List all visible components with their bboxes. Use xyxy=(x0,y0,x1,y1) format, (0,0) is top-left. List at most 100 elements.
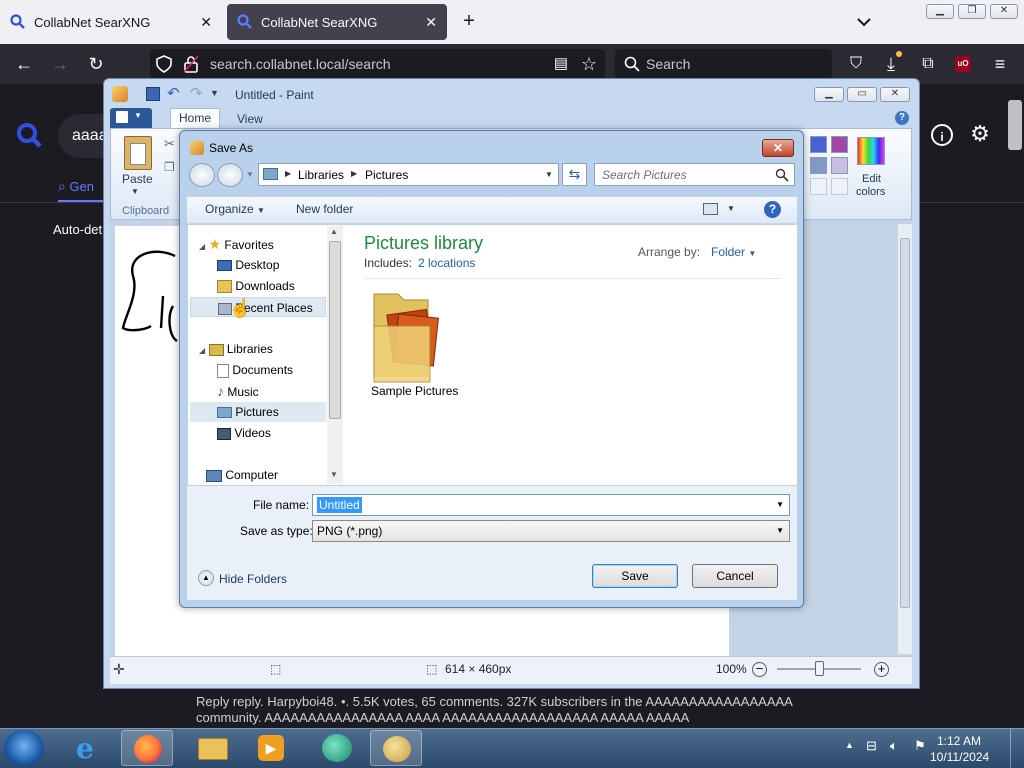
tab-home[interactable]: Home xyxy=(170,108,220,129)
volume-icon[interactable]: 🔈︎ xyxy=(890,738,898,754)
page-scrollbar-thumb[interactable] xyxy=(1008,100,1022,150)
nav-music[interactable]: ♪ Music xyxy=(217,381,259,401)
nav-downloads[interactable]: Downloads xyxy=(217,276,295,296)
hide-folders-button[interactable]: Hide Folders xyxy=(219,572,287,586)
color-swatch[interactable] xyxy=(831,178,848,195)
nav-scrollbar[interactable]: ▲ ▼ xyxy=(327,226,343,484)
save-button[interactable]: Save xyxy=(592,564,678,588)
folder-label[interactable]: Sample Pictures xyxy=(371,384,458,398)
start-button-icon[interactable] xyxy=(4,730,44,766)
action-center-flag-icon[interactable]: ⚑ xyxy=(914,738,926,754)
clock[interactable]: 1:12 AM 10/11/2024 xyxy=(930,733,989,765)
breadcrumb-separator[interactable]: ▶ xyxy=(285,169,291,178)
nav-videos[interactable]: Videos xyxy=(217,423,271,443)
reader-view-icon[interactable]: ▤ xyxy=(549,52,573,76)
minimize-button[interactable]: ▁ xyxy=(926,4,954,19)
lock-icon[interactable] xyxy=(183,55,199,73)
extensions-icon[interactable]: ⧉ xyxy=(916,52,940,76)
forward-arrow-icon[interactable] xyxy=(217,163,243,187)
reload-icon[interactable]: ↻ xyxy=(84,52,108,76)
help-icon[interactable]: ? xyxy=(895,111,909,125)
taskbar-internet-explorer[interactable]: e xyxy=(64,730,116,766)
save-icon[interactable] xyxy=(146,87,160,101)
breadcrumb-item[interactable]: Pictures xyxy=(365,168,408,182)
color-swatch[interactable] xyxy=(831,136,848,153)
back-arrow-icon[interactable]: ← xyxy=(12,52,36,76)
clipboard-paste-icon[interactable] xyxy=(124,136,152,170)
hide-folders-toggle-icon[interactable]: ▲ xyxy=(198,570,214,586)
copy-icon[interactable]: ❐ xyxy=(164,160,175,174)
zoom-out-button[interactable]: − xyxy=(752,662,767,677)
save-as-type-select[interactable]: PNG (*.png) ▼ xyxy=(312,520,790,542)
paint-app-icon[interactable] xyxy=(112,86,128,102)
view-options-icon[interactable] xyxy=(703,203,718,215)
nav-libraries[interactable]: ◢ Libraries xyxy=(199,339,273,359)
color-swatch[interactable] xyxy=(810,178,827,195)
paint-minimize-button[interactable]: ▁ xyxy=(814,87,844,102)
new-folder-button[interactable]: New folder xyxy=(296,202,353,216)
file-name-input[interactable]: Untitled ▼ xyxy=(312,494,790,516)
zoom-in-button[interactable]: + xyxy=(874,662,889,677)
ublock-icon[interactable]: uO xyxy=(955,56,971,72)
breadcrumb-separator[interactable]: ▶ xyxy=(351,169,357,178)
tab-view[interactable]: View xyxy=(237,112,263,126)
locations-link[interactable]: 2 locations xyxy=(418,256,475,270)
address-dropdown-icon[interactable]: ▼ xyxy=(545,170,553,179)
gear-icon[interactable]: ⚙ xyxy=(968,122,992,146)
nav-favorites[interactable]: ◢ ★ Favorites xyxy=(199,234,274,254)
refresh-icon[interactable]: ⇆ xyxy=(562,163,587,186)
canvas-scrollbar[interactable] xyxy=(897,224,912,654)
close-button[interactable]: ✕ xyxy=(990,4,1018,19)
taskbar-media-player[interactable]: ▶ xyxy=(246,730,298,766)
recent-locations-dropdown-icon[interactable]: ▼ xyxy=(246,170,254,179)
chevron-down-icon[interactable] xyxy=(852,12,876,32)
forward-arrow-icon[interactable]: → xyxy=(48,52,72,76)
pocket-icon[interactable]: ⛉ xyxy=(844,52,868,76)
menu-icon[interactable]: ≡ xyxy=(988,52,1012,76)
paint-menu-button[interactable]: ▼ xyxy=(110,108,152,128)
taskbar-app[interactable] xyxy=(310,730,362,766)
paint-maximize-button[interactable]: ▭ xyxy=(847,87,877,102)
taskbar-firefox[interactable] xyxy=(121,730,173,766)
zoom-slider-thumb[interactable] xyxy=(815,661,824,676)
show-hidden-icons[interactable]: ▲ xyxy=(845,740,854,750)
close-tab-icon[interactable]: ✕ xyxy=(200,14,212,31)
edit-colors-label[interactable]: colors xyxy=(856,186,885,198)
taskbar-paint[interactable] xyxy=(370,730,422,766)
shield-icon[interactable] xyxy=(156,55,172,73)
cancel-button[interactable]: Cancel xyxy=(692,564,778,588)
breadcrumb-item[interactable]: Libraries xyxy=(298,168,344,182)
dialog-close-button[interactable]: ✕ xyxy=(762,139,794,157)
browser-tab[interactable]: CollabNet SearXNG ✕ xyxy=(0,4,222,40)
nav-recent-places[interactable]: Recent Places xyxy=(190,297,326,317)
view-dropdown-icon[interactable]: ▼ xyxy=(727,204,735,213)
arrange-by-dropdown[interactable]: Folder ▼ xyxy=(711,245,756,259)
color-swatch[interactable] xyxy=(810,136,827,153)
paste-dropdown-icon[interactable]: ▼ xyxy=(131,187,139,196)
chevron-down-icon[interactable]: ▼ xyxy=(776,500,784,509)
taskbar-explorer[interactable] xyxy=(186,730,238,766)
tab-general[interactable]: ⌕ Gen xyxy=(58,178,94,195)
redo-icon[interactable]: ↷ xyxy=(190,84,203,102)
color-swatch[interactable] xyxy=(810,157,827,174)
back-arrow-icon[interactable] xyxy=(189,163,215,187)
help-icon[interactable]: ? xyxy=(764,201,781,218)
new-tab-plus-icon[interactable]: + xyxy=(456,10,482,34)
nav-computer[interactable]: Computer xyxy=(206,465,278,485)
quick-access-dropdown-icon[interactable]: ▼ xyxy=(210,88,219,98)
organize-button[interactable]: Organize ▼ xyxy=(205,202,265,216)
edit-colors-label[interactable]: Edit xyxy=(862,173,881,185)
restore-button[interactable]: ❐ xyxy=(958,4,986,19)
nav-desktop[interactable]: Desktop xyxy=(217,255,279,275)
cut-icon[interactable]: ✂ xyxy=(164,136,175,152)
search-pictures-input[interactable]: Search Pictures xyxy=(594,163,795,186)
network-icon[interactable]: ⊟ xyxy=(866,738,877,754)
browser-tab-active[interactable]: CollabNet SearXNG ✕ xyxy=(227,4,447,40)
info-icon[interactable]: i xyxy=(931,124,953,146)
bookmark-star-icon[interactable]: ☆ xyxy=(577,52,601,76)
undo-icon[interactable]: ↶ xyxy=(167,84,180,102)
show-desktop-button[interactable] xyxy=(1010,729,1024,768)
color-swatch[interactable] xyxy=(831,157,848,174)
nav-pictures[interactable]: Pictures xyxy=(190,402,326,422)
nav-documents[interactable]: Documents xyxy=(217,360,293,380)
